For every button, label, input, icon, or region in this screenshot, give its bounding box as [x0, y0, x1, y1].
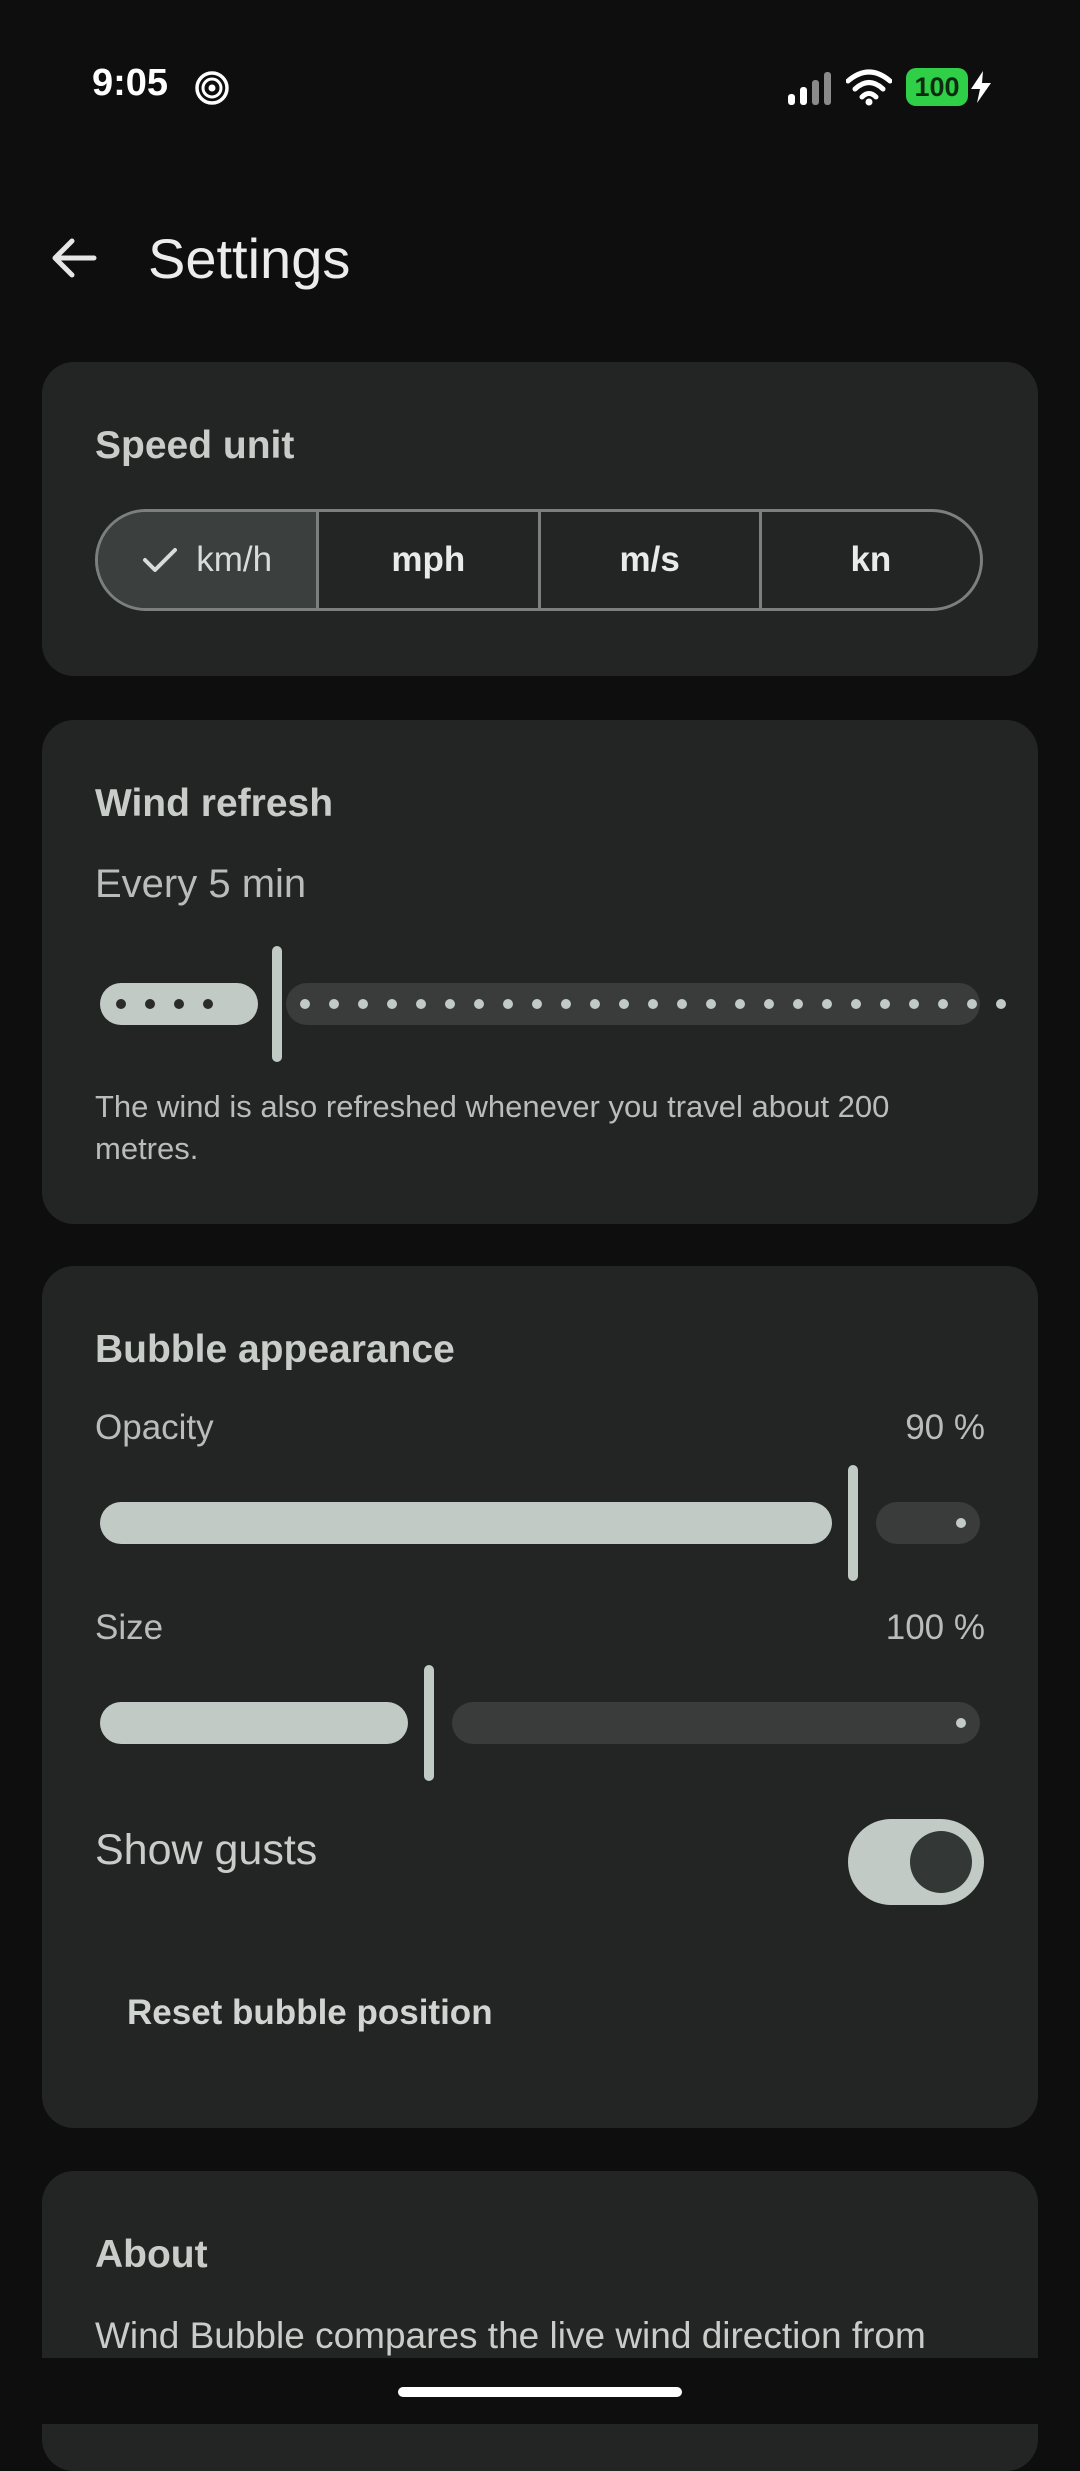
slider-tick-dot: [387, 999, 397, 1009]
slider-tick-dot: [358, 999, 368, 1009]
cell-signal-icon: [786, 70, 834, 111]
size-value: 100 %: [885, 1608, 985, 1647]
slider-tick-dot: [967, 999, 977, 1009]
about-text: Wind Bubble compares the live wind direc…: [95, 2315, 926, 2356]
about-card: About Wind Bubble compares the live wind…: [42, 2171, 1038, 2471]
slider-tick-dot: [880, 999, 890, 1009]
battery-level: 100: [914, 72, 960, 102]
slider-tick-dot: [145, 999, 155, 1009]
show-gusts-toggle[interactable]: [848, 1819, 984, 1905]
back-button[interactable]: [40, 224, 108, 292]
toggle-knob: [910, 1831, 972, 1893]
slider-tick-dot: [561, 999, 571, 1009]
slider-tick-dot: [619, 999, 629, 1009]
slider-tick-dot: [938, 999, 948, 1009]
page-title: Settings: [148, 227, 351, 290]
slider-tick-dot: [474, 999, 484, 1009]
show-gusts-label: Show gusts: [95, 1826, 318, 1874]
slider-thumb[interactable]: [272, 946, 282, 1062]
speed-unit-option-label: mph: [391, 540, 466, 579]
speed-unit-option-label: m/s: [619, 540, 680, 579]
slider-inactive-track: [452, 1702, 980, 1744]
slider-tick-dot: [996, 999, 1006, 1009]
slider-active-track: [100, 1702, 408, 1744]
slider-tick-dot: [764, 999, 774, 1009]
slider-tick-dot: [503, 999, 513, 1009]
slider-tick-dot: [416, 999, 426, 1009]
speed-unit-option-label: kn: [850, 540, 892, 579]
home-indicator[interactable]: [398, 2387, 682, 2397]
notification-ring-icon: [194, 70, 230, 111]
slider-tick-dot: [822, 999, 832, 1009]
opacity-value: 90 %: [905, 1408, 985, 1447]
speed-unit-option-ms[interactable]: m/s: [537, 512, 759, 608]
slider-tick-dot: [116, 999, 126, 1009]
slider-tick-dot: [300, 999, 310, 1009]
reset-bubble-position-button[interactable]: Reset bubble position: [95, 1961, 525, 2065]
bubble-appearance-card: Bubble appearance Opacity 90 % Size 100 …: [42, 1266, 1038, 2128]
speed-unit-card: Speed unit km/h mph m/s kn: [42, 362, 1038, 676]
size-label: Size: [95, 1608, 164, 1647]
slider-tick-dot: [203, 999, 213, 1009]
slider-tick-dot: [909, 999, 919, 1009]
slider-tick-dot: [329, 999, 339, 1009]
wind-refresh-value: Every 5 min: [95, 862, 307, 906]
speed-unit-option-kmh[interactable]: km/h: [98, 512, 317, 608]
size-slider[interactable]: [100, 1661, 980, 1785]
about-title: About: [95, 2233, 208, 2276]
slider-thumb[interactable]: [424, 1665, 434, 1781]
check-icon: [142, 546, 178, 574]
wind-refresh-title: Wind refresh: [95, 782, 334, 825]
slider-end-dot: [956, 1518, 966, 1528]
slider-active-track: [100, 1502, 832, 1544]
slider-tick-dot: [851, 999, 861, 1009]
slider-tick-dot: [648, 999, 658, 1009]
slider-tick-dot: [677, 999, 687, 1009]
opacity-slider[interactable]: [100, 1461, 980, 1585]
app-bar: Settings: [0, 200, 1080, 316]
slider-tick-dot: [706, 999, 716, 1009]
speed-unit-option-kn[interactable]: kn: [758, 512, 980, 608]
charging-bolt-icon: [968, 70, 994, 109]
arrow-left-icon: [52, 238, 97, 278]
slider-tick-dot: [445, 999, 455, 1009]
wifi-icon: [845, 68, 893, 111]
slider-tick-dot: [735, 999, 745, 1009]
speed-unit-option-label: km/h: [196, 540, 273, 579]
slider-thumb[interactable]: [848, 1465, 858, 1581]
bubble-appearance-title: Bubble appearance: [95, 1328, 455, 1371]
slider-end-dot: [956, 1718, 966, 1728]
slider-tick-dot: [590, 999, 600, 1009]
wind-refresh-help-text: The wind is also refreshed whenever you …: [95, 1089, 890, 1166]
wind-refresh-card: Wind refresh Every 5 min The wind is als…: [42, 720, 1038, 1224]
slider-tick-dot: [174, 999, 184, 1009]
status-bar: 9:05 100: [0, 0, 1080, 176]
opacity-label: Opacity: [95, 1408, 214, 1447]
slider-tick-dot: [793, 999, 803, 1009]
speed-unit-title: Speed unit: [95, 424, 295, 467]
slider-tick-dot: [532, 999, 542, 1009]
speed-unit-segmented-control: km/h mph m/s kn: [95, 509, 983, 611]
speed-unit-option-mph[interactable]: mph: [316, 512, 537, 608]
status-time: 9:05: [92, 62, 169, 104]
wind-refresh-slider[interactable]: [100, 942, 1006, 1066]
